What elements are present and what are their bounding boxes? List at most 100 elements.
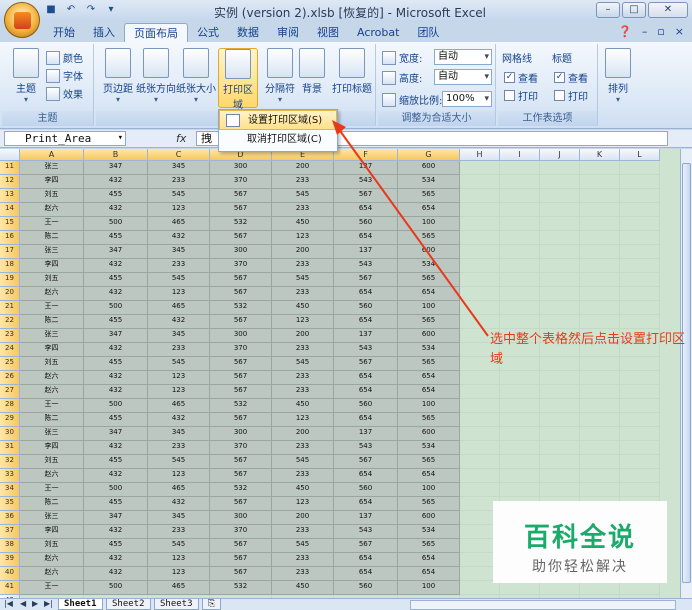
grid-cell[interactable]	[460, 455, 500, 469]
grid-cell[interactable]: 432	[84, 553, 148, 567]
grid-cell[interactable]	[580, 273, 620, 287]
row-header[interactable]: 34	[0, 483, 20, 497]
grid-cell[interactable]: 233	[272, 203, 334, 217]
grid-cell[interactable]	[500, 301, 540, 315]
grid-cell[interactable]	[500, 245, 540, 259]
grid-cell[interactable]: 567	[210, 455, 272, 469]
column-header[interactable]: I	[500, 149, 540, 161]
save-icon[interactable]: ■	[44, 3, 58, 17]
grid-cell[interactable]: 600	[398, 329, 460, 343]
grid-cell[interactable]: 455	[84, 413, 148, 427]
grid-cell[interactable]: 123	[272, 413, 334, 427]
grid-cell[interactable]: 565	[398, 189, 460, 203]
grid-cell[interactable]	[620, 231, 660, 245]
grid-cell[interactable]	[500, 371, 540, 385]
row-header[interactable]: 14	[0, 203, 20, 217]
grid-cell[interactable]: 654	[334, 203, 398, 217]
grid-cell[interactable]: 455	[84, 231, 148, 245]
grid-cell[interactable]: 560	[334, 301, 398, 315]
row-header[interactable]: 18	[0, 259, 20, 273]
row-header[interactable]: 38	[0, 539, 20, 553]
grid-cell[interactable]: 432	[84, 287, 148, 301]
grid-cell[interactable]: 李四	[20, 441, 84, 455]
grid-cell[interactable]: 654	[334, 315, 398, 329]
grid-cell[interactable]: 345	[148, 329, 210, 343]
grid-cell[interactable]: 532	[210, 301, 272, 315]
grid-cell[interactable]: 345	[148, 245, 210, 259]
grid-cell[interactable]: 347	[84, 161, 148, 175]
grid-cell[interactable]	[460, 161, 500, 175]
grid-cell[interactable]: 张三	[20, 511, 84, 525]
grid-cell[interactable]	[580, 217, 620, 231]
background-button[interactable]: 背景	[292, 48, 332, 95]
grid-cell[interactable]: 545	[148, 189, 210, 203]
grid-cell[interactable]: 465	[148, 581, 210, 595]
grid-cell[interactable]	[500, 217, 540, 231]
grid-cell[interactable]: 654	[334, 469, 398, 483]
grid-cell[interactable]: 534	[398, 525, 460, 539]
grid-cell[interactable]: 654	[334, 371, 398, 385]
grid-cell[interactable]: 李四	[20, 259, 84, 273]
tab-4[interactable]: 数据	[228, 23, 268, 42]
grid-cell[interactable]: 567	[210, 231, 272, 245]
set-print-area-item[interactable]: 设置打印区域(S)	[219, 110, 337, 130]
grid-cell[interactable]: 300	[210, 161, 272, 175]
grid-cell[interactable]: 陈二	[20, 231, 84, 245]
grid-cell[interactable]	[620, 385, 660, 399]
grid-cell[interactable]	[580, 581, 620, 595]
grid-cell[interactable]	[620, 427, 660, 441]
grid-cell[interactable]: 123	[148, 567, 210, 581]
grid-cell[interactable]	[460, 175, 500, 189]
grid-cell[interactable]: 123	[148, 371, 210, 385]
grid-cell[interactable]: 567	[334, 189, 398, 203]
grid-cell[interactable]: 432	[84, 371, 148, 385]
row-header[interactable]: 24	[0, 343, 20, 357]
tab-2[interactable]: 页面布局	[124, 23, 188, 42]
grid-cell[interactable]: 545	[272, 357, 334, 371]
grid-cell[interactable]: 张三	[20, 329, 84, 343]
grid-cell[interactable]	[540, 189, 580, 203]
horizontal-scrollbar[interactable]	[410, 600, 676, 610]
help-icon[interactable]: ❓	[618, 25, 632, 38]
office-button[interactable]	[4, 2, 40, 38]
grid-cell[interactable]	[620, 273, 660, 287]
grid-cell[interactable]: 567	[210, 539, 272, 553]
sheet-tab-2[interactable]: Sheet2	[106, 599, 151, 610]
grid-cell[interactable]	[540, 273, 580, 287]
grid-cell[interactable]	[580, 175, 620, 189]
grid-cell[interactable]: 567	[210, 287, 272, 301]
tab-6[interactable]: 视图	[308, 23, 348, 42]
grid-cell[interactable]	[500, 259, 540, 273]
first-sheet-icon[interactable]: |◀	[4, 599, 13, 608]
grid-cell[interactable]	[500, 287, 540, 301]
grid-cell[interactable]	[460, 245, 500, 259]
grid-cell[interactable]: 432	[84, 525, 148, 539]
grid-cell[interactable]	[620, 189, 660, 203]
grid-cell[interactable]: 100	[398, 301, 460, 315]
grid-cell[interactable]: 432	[84, 259, 148, 273]
theme-colors-button[interactable]: 颜色	[46, 50, 83, 65]
grid-cell[interactable]	[460, 469, 500, 483]
grid-cell[interactable]	[620, 469, 660, 483]
grid-cell[interactable]: 545	[272, 273, 334, 287]
minimize-button[interactable]: –	[596, 2, 620, 18]
grid-cell[interactable]: 233	[148, 259, 210, 273]
insert-sheet-icon[interactable]: ⎘	[202, 599, 222, 610]
grid-cell[interactable]	[620, 203, 660, 217]
grid-cell[interactable]: 567	[210, 385, 272, 399]
grid-cell[interactable]: 545	[148, 273, 210, 287]
grid-cell[interactable]: 123	[272, 315, 334, 329]
grid-cell[interactable]: 陈二	[20, 413, 84, 427]
orientation-button[interactable]: 纸张方向 ▾	[136, 48, 176, 104]
grid-cell[interactable]: 233	[272, 287, 334, 301]
grid-cell[interactable]: 432	[84, 567, 148, 581]
grid-cell[interactable]: 545	[272, 189, 334, 203]
grid-cell[interactable]	[620, 441, 660, 455]
grid-cell[interactable]: 432	[148, 315, 210, 329]
grid-cell[interactable]	[540, 371, 580, 385]
grid-cell[interactable]: 465	[148, 301, 210, 315]
grid-cell[interactable]: 137	[334, 427, 398, 441]
grid-cell[interactable]	[540, 161, 580, 175]
prev-sheet-icon[interactable]: ◀	[20, 599, 26, 608]
grid-cell[interactable]: 345	[148, 511, 210, 525]
